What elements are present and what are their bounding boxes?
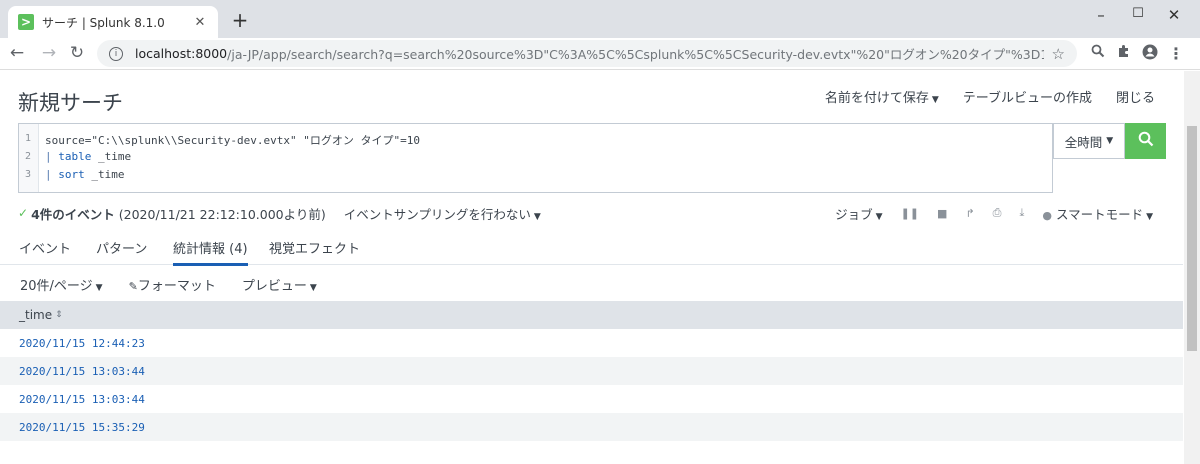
lightbulb-icon: ● [1042, 208, 1052, 222]
preview-label: プレビュー [241, 279, 307, 294]
browser-tab[interactable]: > サーチ | Splunk 8.1.0 ✕ [8, 6, 218, 38]
extensions-icon[interactable] [1114, 44, 1134, 62]
table-row: 2020/11/15 13:03:44 [0, 357, 1183, 385]
job-menu[interactable]: ジョブ ▼ [835, 204, 882, 223]
stop-icon[interactable]: ■ [937, 207, 947, 220]
forward-icon[interactable]: → [38, 43, 60, 63]
splunk-favicon-icon: > [18, 14, 34, 30]
table-header[interactable]: _time ⇕ [0, 301, 1183, 329]
tab-visualization[interactable]: 視覚エフェクト [269, 238, 360, 257]
new-tab-icon[interactable]: + [229, 8, 251, 32]
job-controls: ジョブ ▼ ❚❚ ■ ↱ ⎙ ⤓ ● スマートモード ▼ [835, 203, 1153, 223]
format-menu[interactable]: ✎フォーマット [129, 275, 216, 294]
command-token: table [58, 150, 92, 163]
search-button[interactable] [1125, 123, 1166, 159]
caret-down-icon: ▼ [1106, 136, 1114, 146]
time-cell[interactable]: 2020/11/15 13:03:44 [19, 393, 145, 406]
pause-icon[interactable]: ❚❚ [901, 207, 919, 220]
table-row: 2020/11/15 12:44:23 [0, 329, 1183, 357]
table-options: 20件/ページ ▼ ✎フォーマット プレビュー ▼ [20, 275, 317, 294]
caret-down-icon: ▼ [533, 211, 541, 222]
browser-tab-strip: > サーチ | Splunk 8.1.0 ✕ + – ☐ ✕ [0, 0, 1200, 38]
caret-down-icon: ▼ [309, 283, 317, 293]
splunk-search-page: 新規サーチ 名前を付けて保存 ▼ テーブルビューの作成 閉じる 1 2 3 sou… [0, 71, 1183, 464]
share-icon[interactable]: ↱ [965, 207, 974, 220]
browser-menu-icon[interactable]: ⋮ [1166, 44, 1186, 63]
site-info-icon[interactable]: i [109, 46, 123, 61]
create-table-view-link[interactable]: テーブルビューの作成 [963, 87, 1092, 106]
per-page-label: 20件/ページ [20, 279, 93, 294]
pencil-icon: ✎ [128, 280, 138, 293]
close-link[interactable]: 閉じる [1116, 87, 1155, 106]
event-count: 4件のイベント [31, 206, 115, 222]
format-label: フォーマット [137, 279, 216, 294]
tab-events[interactable]: イベント [19, 238, 71, 257]
time-range-label: 全時間 [1064, 134, 1103, 150]
search-line-2: | table _time [45, 150, 131, 163]
job-label: ジョブ [835, 206, 873, 222]
time-range-picker[interactable]: 全時間 ▼ [1053, 123, 1125, 159]
search-line-1: source="C:\\splunk\\Security-dev.evtx" "… [45, 134, 421, 147]
search-icon [1138, 131, 1154, 151]
window-close-icon[interactable]: ✕ [1163, 6, 1185, 24]
search-lens-icon[interactable] [1088, 44, 1108, 62]
search-mode-label: スマートモード [1055, 206, 1144, 222]
caret-down-icon: ▼ [95, 283, 103, 293]
search-editor[interactable]: 1 2 3 source="C:\\splunk\\Security-dev.e… [18, 123, 1053, 193]
reload-icon[interactable]: ↻ [66, 43, 88, 63]
address-bar[interactable]: i localhost:8000 /ja-JP/app/search/searc… [97, 40, 1077, 67]
sort-icon: ⇕ [55, 310, 63, 320]
pipe-token: | [45, 168, 52, 181]
preview-menu[interactable]: プレビュー ▼ [242, 275, 317, 294]
time-cell[interactable]: 2020/11/15 13:03:44 [19, 365, 145, 378]
event-time-info: (2020/11/21 22:12:10.000より前) [118, 206, 326, 222]
close-tab-icon[interactable]: ✕ [192, 15, 208, 30]
profile-icon[interactable] [1140, 44, 1160, 64]
column-header-time: _time [19, 308, 53, 322]
table-row: 2020/11/15 13:03:44 [0, 385, 1183, 413]
search-mode-menu[interactable]: ● スマートモード ▼ [1042, 204, 1153, 223]
url-path: /ja-JP/app/search/search?q=search%20sour… [227, 47, 1043, 62]
time-cell[interactable]: 2020/11/15 12:44:23 [19, 337, 145, 350]
time-cell[interactable]: 2020/11/15 15:35:29 [19, 421, 145, 434]
save-as-menu[interactable]: 名前を付けて保存 ▼ [825, 87, 939, 106]
browser-toolbar: ← → ↻ i localhost:8000 /ja-JP/app/search… [0, 38, 1200, 70]
argument-token: _time [84, 168, 125, 181]
print-icon[interactable]: ⎙ [993, 206, 1002, 220]
line-number: 2 [25, 151, 32, 162]
checkmark-icon: ✓ [18, 206, 29, 220]
pipe-token: | [45, 150, 52, 163]
header-actions: 名前を付けて保存 ▼ テーブルビューの作成 閉じる [825, 87, 1155, 106]
maximize-icon[interactable]: ☐ [1127, 6, 1149, 21]
sampling-label: イベントサンプリングを行わない [343, 206, 531, 222]
per-page-menu[interactable]: 20件/ページ ▼ [20, 275, 103, 294]
export-icon[interactable]: ⤓ [1019, 206, 1024, 220]
caret-down-icon: ▼ [931, 95, 939, 105]
tab-patterns[interactable]: パターン [96, 238, 147, 257]
caret-down-icon: ▼ [1146, 211, 1153, 222]
argument-token: _time [91, 150, 132, 163]
command-token: sort [58, 168, 85, 181]
minimize-icon[interactable]: – [1090, 6, 1112, 24]
caret-down-icon: ▼ [875, 211, 883, 222]
save-as-label: 名前を付けて保存 [824, 91, 929, 106]
line-number: 1 [25, 133, 32, 144]
url-host: localhost:8000 [135, 46, 228, 61]
browser-tab-title: サーチ | Splunk 8.1.0 [42, 15, 165, 30]
bookmark-star-icon[interactable]: ☆ [1044, 45, 1065, 63]
page-scrollbar[interactable] [1184, 71, 1200, 464]
table-row: 2020/11/15 15:35:29 [0, 413, 1183, 441]
sampling-menu[interactable]: イベントサンプリングを行わない ▼ [344, 204, 541, 223]
back-icon[interactable]: ← [6, 43, 28, 63]
search-line-3: | sort _time [45, 168, 125, 181]
scrollbar-thumb[interactable] [1187, 126, 1197, 351]
line-number: 3 [25, 169, 32, 180]
tab-statistics[interactable]: 統計情報 (4) [173, 238, 248, 266]
results-tabs: イベント パターン 統計情報 (4) 視覚エフェクト [0, 227, 1183, 266]
page-title: 新規サーチ [18, 91, 123, 115]
